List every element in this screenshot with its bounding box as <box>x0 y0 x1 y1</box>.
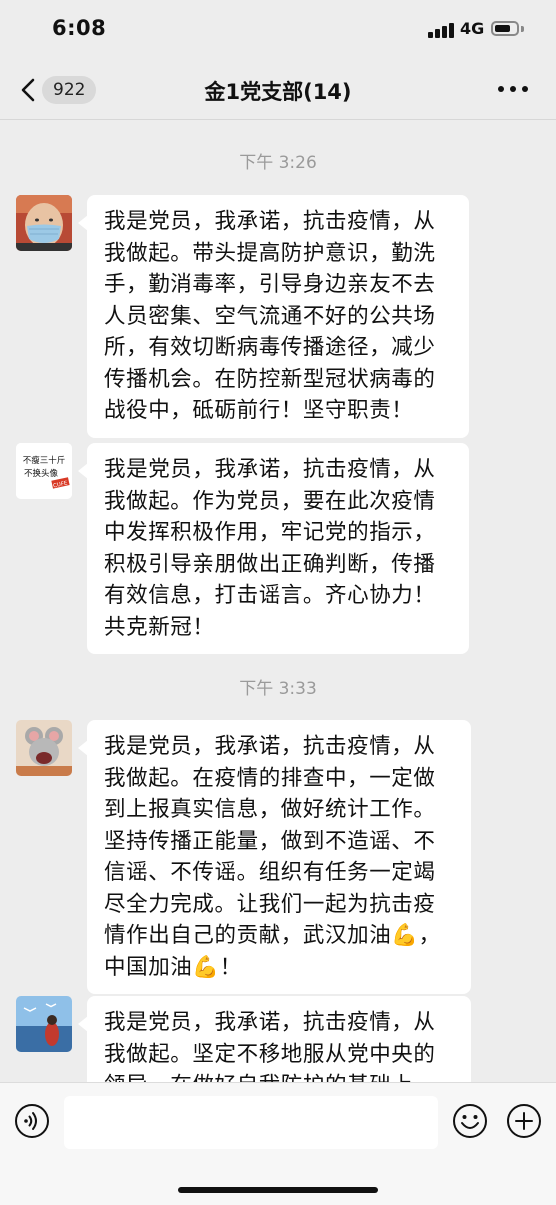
avatar[interactable] <box>16 720 72 776</box>
nav-bar: 922 金1党支部(14) <box>0 60 556 120</box>
emoji-icon[interactable] <box>452 1103 488 1139</box>
text-sticker-avatar-icon: 不瘦三十斤 不换头像 CUFE <box>16 443 72 499</box>
message-bubble[interactable]: 我是党员，我承诺，抗击疫情，从我做起。带头提高防护意识，勤洗手，勤消毒率，引导身… <box>78 195 469 438</box>
message-bubble[interactable]: 我是党员，我承诺，抗击疫情，从我做起。作为党员，要在此次疫情中发挥积极作用，牢记… <box>78 443 469 654</box>
chat-title: 金1党支部(14) <box>204 80 352 104</box>
avatar-text-line1: 不瘦三十斤 <box>23 455 66 466</box>
network-type: 4G <box>460 19 485 38</box>
signal-icon <box>428 22 456 38</box>
battery-tip <box>521 26 524 32</box>
home-indicator[interactable] <box>178 1187 378 1193</box>
cartoon-mouse-avatar-icon <box>16 720 72 776</box>
more-options-button[interactable] <box>498 80 528 98</box>
voice-input-icon[interactable] <box>14 1103 50 1139</box>
man-with-mask-avatar-icon <box>16 195 72 251</box>
input-bar <box>0 1082 556 1205</box>
avatar[interactable]: 不瘦三十斤 不换头像 CUFE <box>16 443 72 499</box>
chat-area[interactable]: 下午 3:26 我是党员，我承诺，抗击疫情，从我做起。带头提高防护意识，勤洗手，… <box>0 120 556 1082</box>
message-bubble[interactable]: 我是党员，我承诺，抗击疫情，从我做起。坚定不移地服从党中央的领导，在做好自我防护… <box>78 996 471 1082</box>
plus-icon[interactable] <box>506 1103 542 1139</box>
time-separator: 下午 3:33 <box>239 679 317 699</box>
status-time: 6:08 <box>52 16 107 40</box>
message-bubble[interactable]: 我是党员，我承诺，抗击疫情，从我做起。在疫情的排查中，一定做到上报真实信息，做好… <box>78 720 471 994</box>
avatar[interactable] <box>16 996 72 1052</box>
status-bar: 6:08 4G <box>0 0 556 60</box>
battery-icon <box>491 21 519 36</box>
message-input[interactable] <box>64 1096 438 1149</box>
avatar[interactable] <box>16 195 72 251</box>
seaside-photo-avatar-icon <box>16 996 72 1052</box>
time-separator: 下午 3:26 <box>239 153 317 173</box>
avatar-text-line2: 不换头像 <box>24 468 59 479</box>
